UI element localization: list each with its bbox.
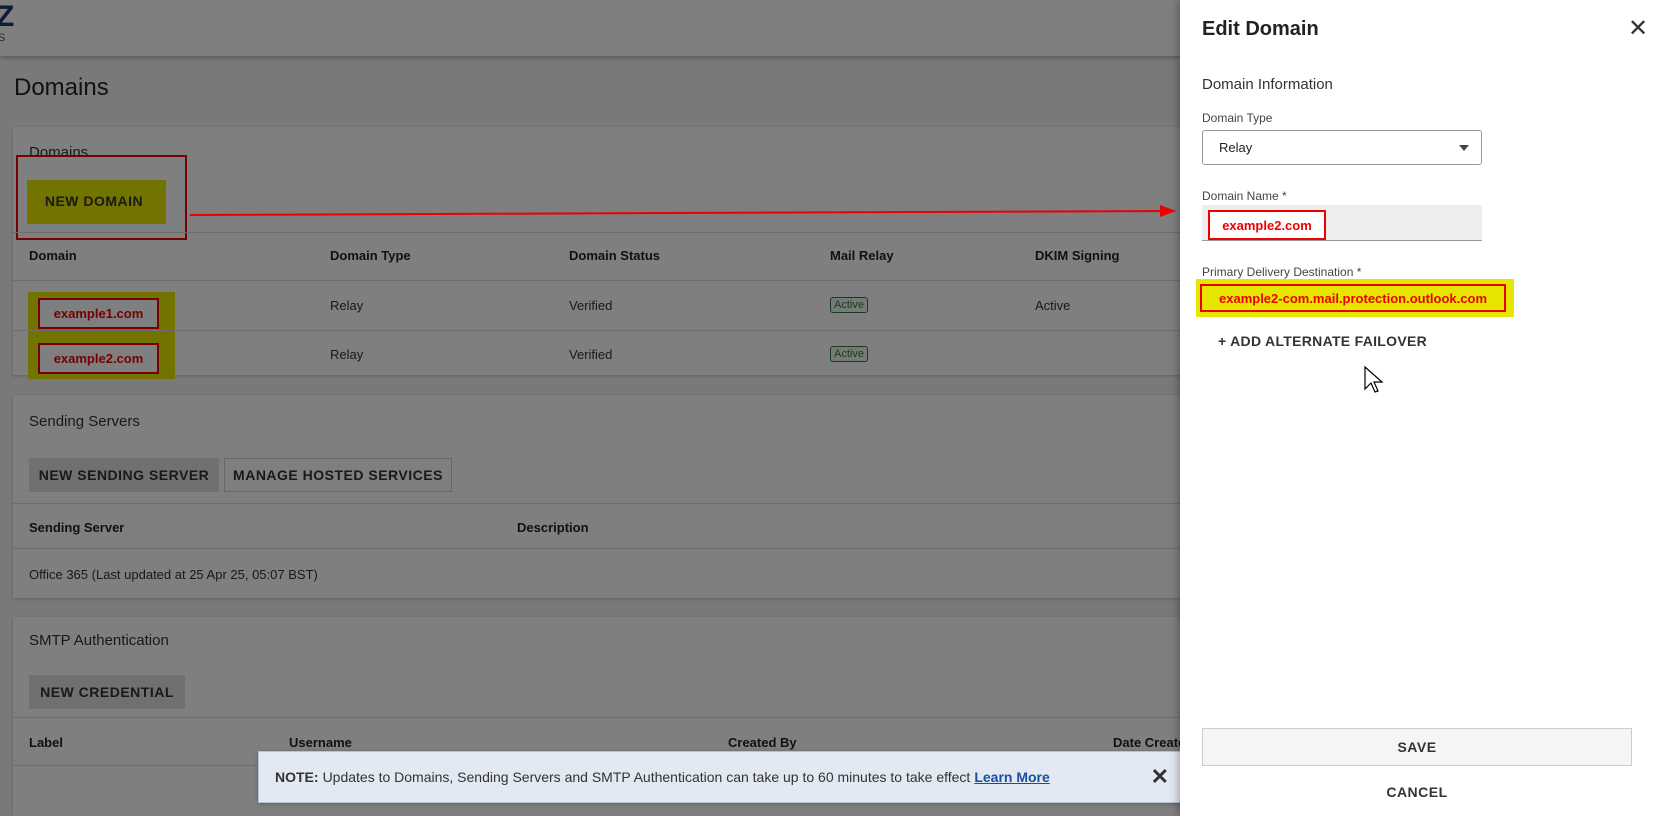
domain-type-label: Domain Type [1202, 111, 1273, 125]
domain-type-value: Relay [1219, 140, 1253, 155]
primary-destination-value: example2-com.mail.protection.outlook.com [1200, 284, 1506, 312]
domain-type-select[interactable]: Relay [1202, 130, 1482, 165]
cancel-button[interactable]: CANCEL [1202, 780, 1632, 804]
drawer-title: Edit Domain [1202, 18, 1319, 40]
arrow-line [189, 210, 1163, 216]
arrow-head [1160, 205, 1176, 217]
domain-name-value: example2.com [1208, 210, 1326, 240]
close-icon[interactable]: ✕ [1628, 14, 1648, 43]
cursor-icon [1364, 365, 1384, 393]
domain-name-label: Domain Name * [1202, 189, 1287, 203]
add-alternate-failover-button[interactable]: + ADD ALTERNATE FAILOVER [1218, 333, 1427, 349]
primary-destination-label: Primary Delivery Destination * [1202, 265, 1362, 279]
save-button[interactable]: SAVE [1202, 728, 1632, 766]
chevron-down-icon [1459, 145, 1469, 151]
section-label: Domain Information [1202, 76, 1333, 93]
edit-domain-drawer: Edit Domain ✕ Domain Information Domain … [1180, 0, 1654, 816]
